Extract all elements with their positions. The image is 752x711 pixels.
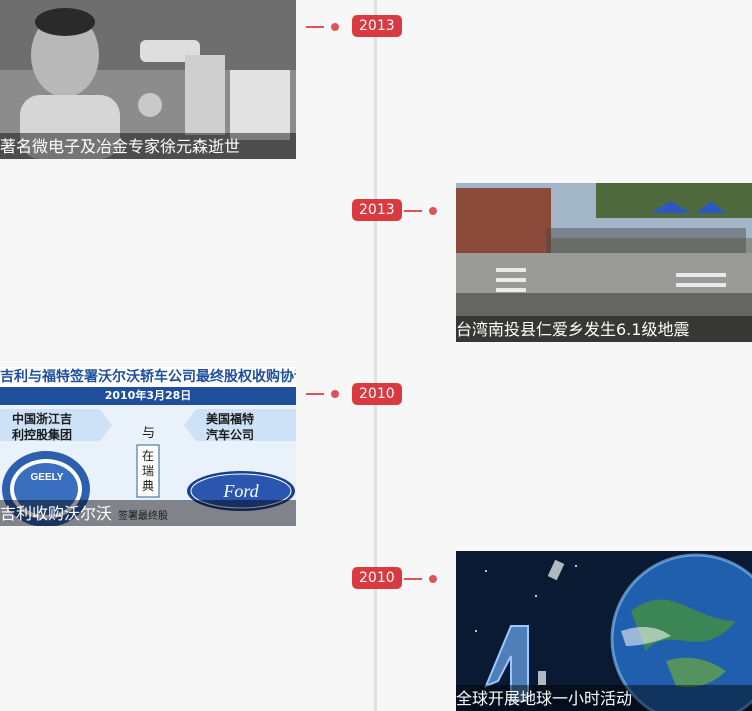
connector-line	[404, 578, 422, 580]
connector-line	[404, 210, 422, 212]
year-badge[interactable]: 2010	[352, 383, 402, 405]
connector-line	[306, 26, 324, 28]
timeline-photo-link[interactable]: 全球开展地球一小时活动	[456, 551, 752, 711]
year-badge[interactable]: 2013	[352, 15, 402, 37]
photo-caption: 全球开展地球一小时活动	[456, 685, 752, 711]
timeline-photo-link[interactable]: Ford GEELY 吉利与福特签署沃尔沃轿车公司最终股权收购协议 2010年3…	[0, 367, 296, 526]
timeline-axis	[374, 0, 377, 711]
infographic-place: 在 瑞 典	[141, 449, 154, 493]
year-badge[interactable]: 2013	[352, 199, 402, 221]
year-badge[interactable]: 2010	[352, 567, 402, 589]
svg-text:Ford: Ford	[222, 481, 259, 501]
timeline-dot	[429, 207, 437, 215]
timeline-dot	[331, 23, 339, 31]
connector-line	[306, 393, 324, 395]
infographic-and: 与	[142, 426, 156, 441]
timeline-dot	[429, 575, 437, 583]
infographic-headline: 吉利与福特签署沃尔沃轿车公司最终股权收购协议	[0, 369, 296, 385]
infographic-left-party: 中国浙江吉 利控股集团	[12, 412, 73, 442]
photo-caption: 台湾南投县仁爱乡发生6.1级地震	[456, 316, 752, 342]
infographic-date: 2010年3月28日	[104, 389, 192, 402]
timeline-photo-link[interactable]: 台湾南投县仁爱乡发生6.1级地震	[456, 183, 752, 342]
photo-caption: 吉利收购沃尔沃	[0, 500, 296, 526]
photo-caption: 著名微电子及冶金专家徐元森逝世	[0, 133, 296, 159]
svg-text:GEELY: GEELY	[31, 472, 64, 483]
infographic-right-party: 美国福特 汽车公司	[206, 412, 255, 442]
timeline-photo-link[interactable]: 著名微电子及冶金专家徐元森逝世	[0, 0, 296, 159]
timeline-dot	[331, 390, 339, 398]
